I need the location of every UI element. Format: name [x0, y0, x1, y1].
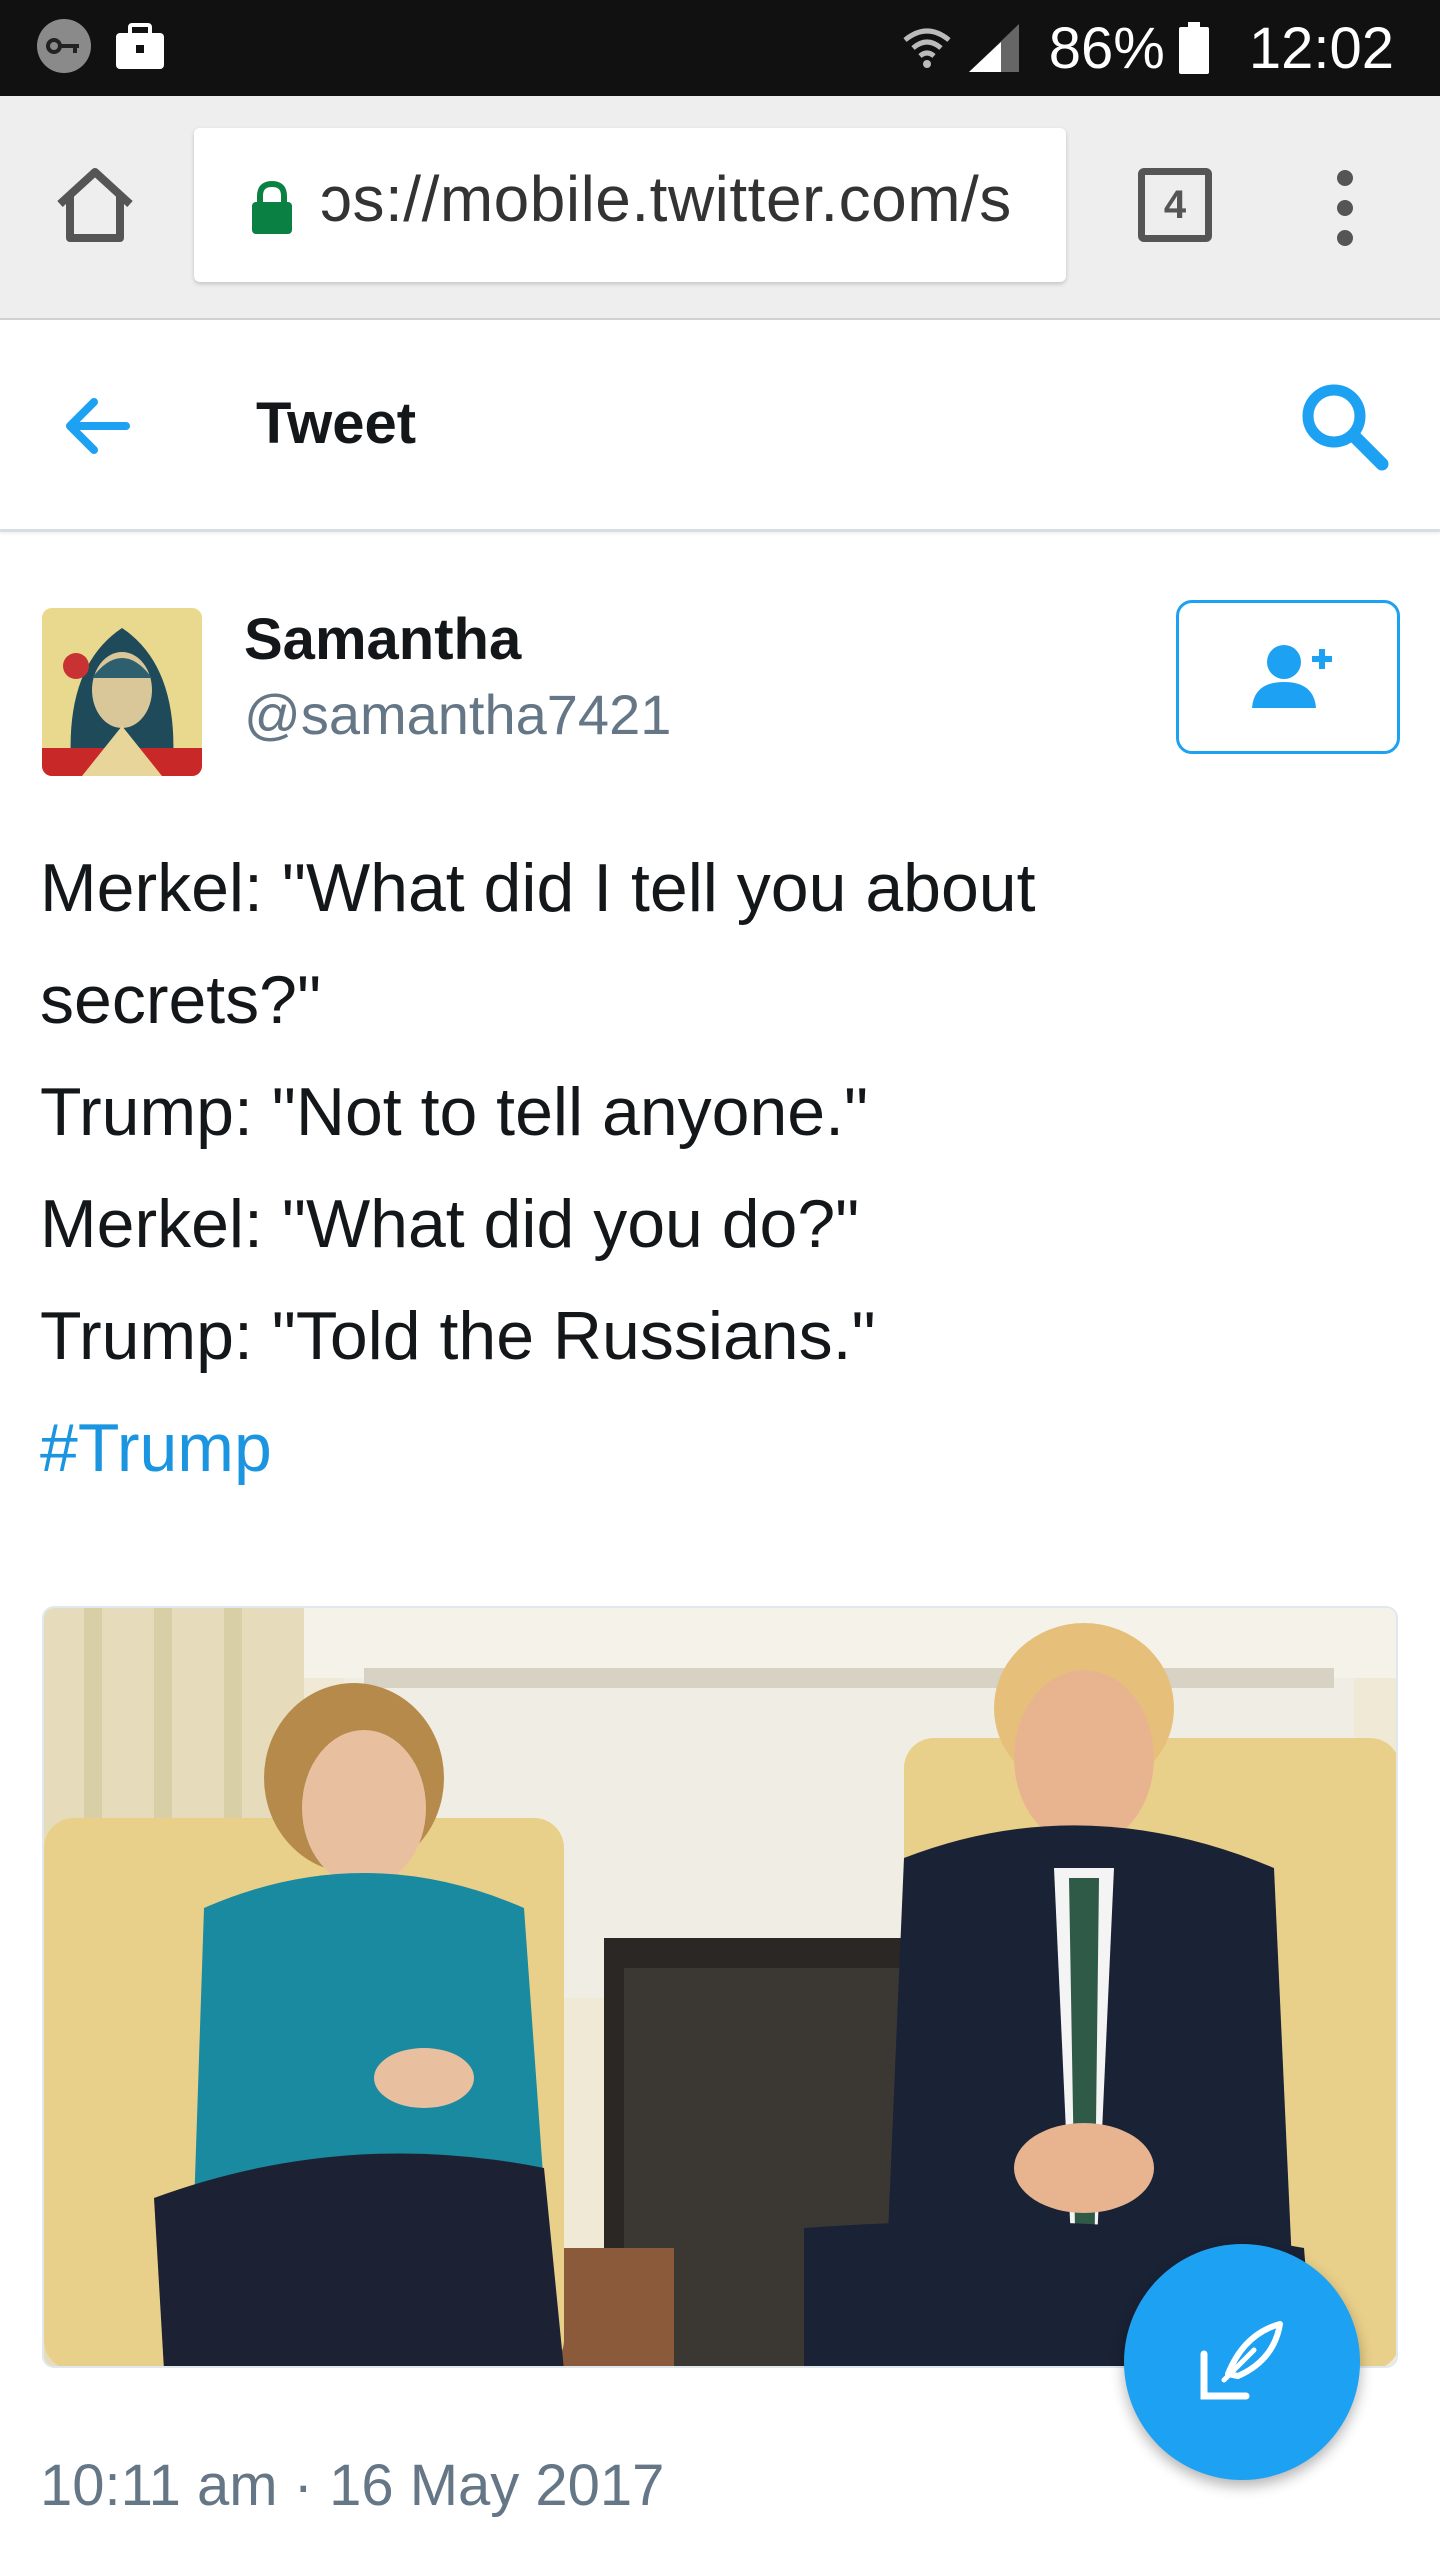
lock-icon [252, 180, 292, 234]
hashtag-link[interactable]: #Trump [40, 1392, 1400, 1504]
tweet-line: secrets?" [40, 962, 322, 1038]
home-icon[interactable] [54, 164, 136, 246]
search-icon[interactable] [1296, 378, 1392, 474]
url-text: ɔs://mobile.twitter.com/s [320, 163, 1012, 235]
tweet-line: Trump: "Not to tell anyone." [40, 1074, 869, 1150]
author-handle[interactable]: @samantha7421 [244, 682, 671, 747]
avatar[interactable] [42, 608, 202, 776]
signal-icon [968, 24, 1019, 72]
page-title: Tweet [256, 391, 417, 456]
browser-toolbar: ɔs://mobile.twitter.com/s 4 [0, 96, 1440, 320]
status-bar: 86% 12:02 [0, 0, 1440, 96]
back-arrow-icon[interactable] [62, 390, 134, 462]
compose-tweet-icon [1200, 2321, 1283, 2400]
tweet-text: Merkel: "What did I tell you about secre… [40, 832, 1400, 1504]
app-header: Tweet [0, 320, 1440, 532]
tweet-timestamp: 10:11 am · 16 May 2017 [40, 2453, 665, 2518]
briefcase-icon [116, 23, 164, 69]
tab-count: 4 [1163, 182, 1187, 227]
tweet-line: Trump: "Told the Russians." [40, 1298, 876, 1374]
avatar-image [42, 608, 202, 776]
clock: 12:02 [1248, 15, 1394, 81]
wifi-icon [903, 28, 951, 68]
battery-percent: 86% [1048, 15, 1165, 81]
battery-icon [1178, 22, 1209, 74]
address-bar[interactable]: ɔs://mobile.twitter.com/s [194, 128, 1066, 282]
follow-button[interactable] [1176, 600, 1400, 754]
overflow-menu-icon[interactable] [1330, 168, 1360, 248]
add-user-icon [1252, 645, 1332, 708]
tweet-line: Merkel: "What did I tell you about [40, 850, 1036, 926]
tabs-icon[interactable]: 4 [1138, 168, 1212, 242]
vpn-key-icon [37, 19, 91, 73]
compose-tweet-button[interactable] [1124, 2244, 1360, 2480]
tweet-line: Merkel: "What did you do?" [40, 1186, 860, 1262]
author-name[interactable]: Samantha [244, 606, 521, 673]
